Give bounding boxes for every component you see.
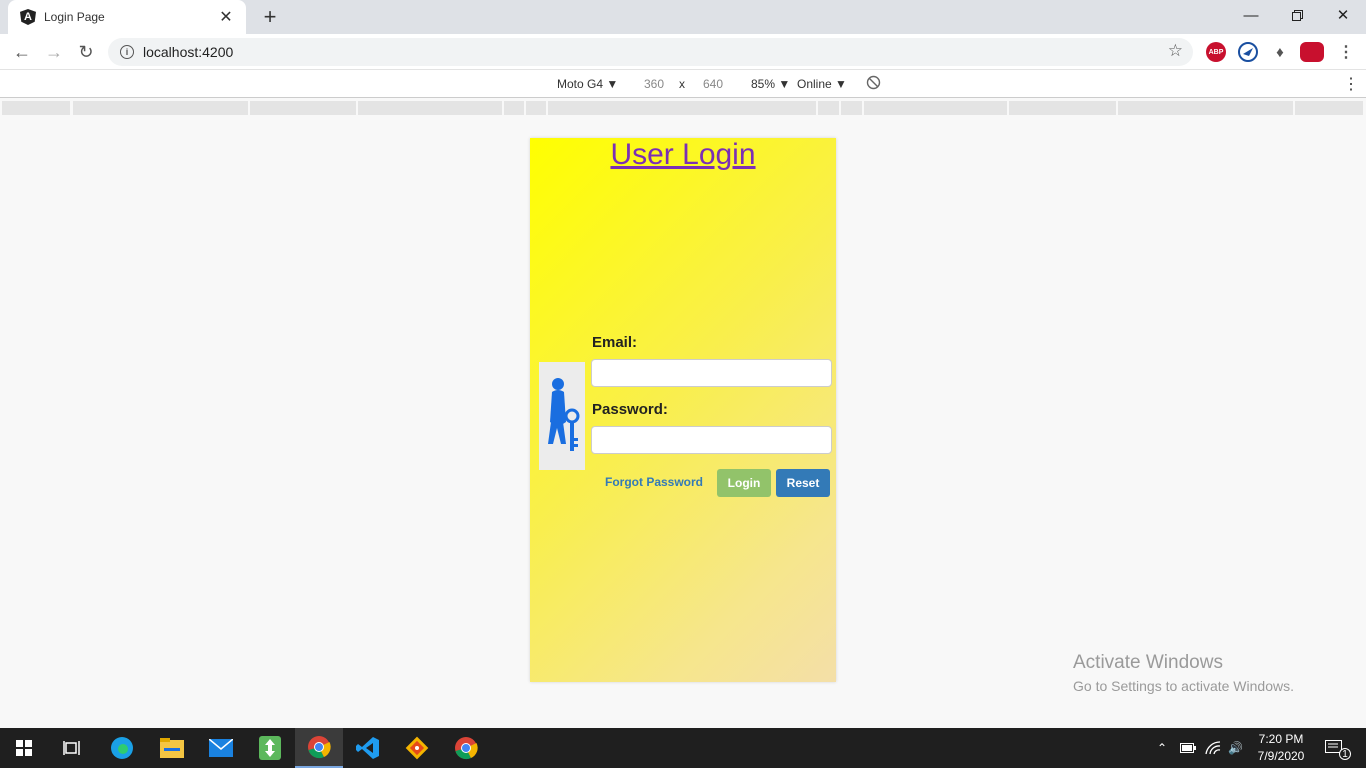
- wifi-icon[interactable]: [1205, 728, 1221, 768]
- windows-taskbar: ⌃ 🔊 7:20 PM 7/9/2020 1: [0, 728, 1366, 768]
- green-app-icon[interactable]: [246, 728, 294, 768]
- new-tab-icon[interactable]: +: [259, 4, 281, 30]
- system-clock[interactable]: 7:20 PM 7/9/2020: [1250, 731, 1312, 765]
- browser-tab[interactable]: A Login Page ✕: [8, 0, 246, 34]
- devtools-device-toolbar: Moto G4 ▼ 360 x 640 85% ▼ Online ▼ ⋮: [0, 70, 1366, 98]
- profile-avatar-icon[interactable]: [1300, 42, 1324, 62]
- adblock-icon[interactable]: ABP: [1206, 42, 1226, 62]
- address-bar[interactable]: i localhost:4200 ☆: [108, 38, 1193, 66]
- url-text[interactable]: localhost:4200: [143, 44, 233, 60]
- minimize-icon[interactable]: —: [1228, 0, 1274, 30]
- reload-icon[interactable]: ↻: [74, 40, 98, 64]
- tab-title: Login Page: [44, 10, 105, 24]
- back-icon[interactable]: ←: [10, 40, 34, 64]
- forgot-password-link[interactable]: Forgot Password: [605, 475, 703, 489]
- extension-bird-icon[interactable]: [1238, 42, 1258, 62]
- angular-logo-icon: A: [20, 9, 36, 25]
- tray-chevron-icon[interactable]: ⌃: [1157, 728, 1167, 768]
- site-info-icon[interactable]: i: [120, 45, 134, 59]
- rotate-icon[interactable]: [866, 75, 881, 93]
- volume-icon[interactable]: 🔊: [1228, 728, 1243, 768]
- user-key-icon: [539, 362, 585, 470]
- device-toolbar-more-icon[interactable]: ⋮: [1343, 74, 1359, 94]
- email-label: Email:: [592, 334, 638, 351]
- dimension-separator: x: [679, 77, 685, 91]
- reset-button[interactable]: Reset: [776, 469, 830, 497]
- restore-icon[interactable]: [1274, 0, 1320, 30]
- battery-icon[interactable]: [1180, 728, 1196, 768]
- login-button[interactable]: Login: [717, 469, 771, 497]
- git-icon[interactable]: [393, 728, 441, 768]
- chrome-taskbar-icon-2[interactable]: [442, 728, 490, 768]
- password-label: Password:: [592, 401, 668, 418]
- notification-count-badge: 1: [1339, 748, 1351, 760]
- browser-toolbar: ← → ↻ i localhost:4200 ☆: [0, 34, 1366, 70]
- device-select[interactable]: Moto G4 ▼: [557, 77, 618, 91]
- window-close-icon[interactable]: ✕: [1320, 0, 1366, 30]
- forward-icon[interactable]: →: [42, 40, 66, 64]
- watermark-subtitle: Go to Settings to activate Windows.: [1073, 678, 1294, 694]
- device-width[interactable]: 360: [644, 77, 664, 91]
- bookmark-star-icon[interactable]: ☆: [1168, 41, 1183, 61]
- notifications-icon[interactable]: 1: [1325, 728, 1351, 768]
- activate-windows-watermark: Activate Windows Go to Settings to activ…: [1073, 652, 1294, 694]
- mobile-viewport: User Login Email: Password: Forgot Passw…: [530, 138, 836, 682]
- mail-icon[interactable]: [197, 728, 245, 768]
- device-height[interactable]: 640: [703, 77, 723, 91]
- task-view-icon[interactable]: [48, 728, 96, 768]
- tab-close-icon[interactable]: ✕: [218, 7, 234, 27]
- zoom-select[interactable]: 85% ▼: [751, 77, 790, 91]
- windows-start-icon[interactable]: [0, 728, 48, 768]
- email-field[interactable]: [591, 359, 832, 387]
- vscode-icon[interactable]: [344, 728, 392, 768]
- page-title[interactable]: User Login: [530, 138, 836, 172]
- browser-tab-strip: A Login Page ✕ + — ✕: [0, 0, 1366, 34]
- network-select[interactable]: Online ▼: [797, 77, 847, 91]
- clock-date: 7/9/2020: [1257, 749, 1305, 763]
- extensions-puzzle-icon[interactable]: ♦: [1270, 42, 1290, 62]
- chrome-taskbar-icon[interactable]: [295, 728, 343, 768]
- password-field[interactable]: [591, 426, 832, 454]
- chrome-menu-icon[interactable]: ⋮: [1336, 42, 1356, 62]
- media-query-bar[interactable]: [0, 99, 1366, 116]
- clock-time: 7:20 PM: [1258, 732, 1304, 746]
- edge-icon[interactable]: [98, 728, 146, 768]
- watermark-title: Activate Windows: [1073, 652, 1223, 673]
- file-explorer-icon[interactable]: [148, 728, 196, 768]
